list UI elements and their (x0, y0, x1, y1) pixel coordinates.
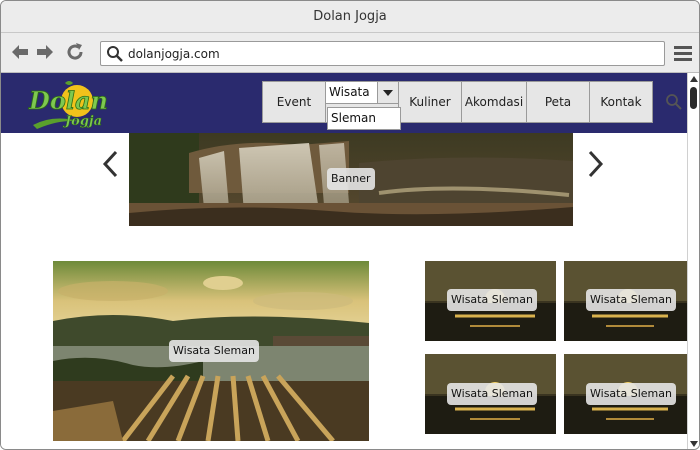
search-icon (106, 45, 124, 63)
featured-caption: Wisata Sleman (169, 340, 259, 362)
grid-caption: Wisata Sleman (586, 289, 676, 311)
back-arrow-icon[interactable] (9, 41, 31, 63)
banner-caption: Banner (327, 168, 375, 190)
vertical-scrollbar[interactable] (687, 73, 699, 449)
svg-text:Dolan: Dolan (28, 86, 108, 115)
hamburger-menu-icon[interactable] (673, 43, 693, 63)
nav-akomodasi[interactable]: Akomdasi (461, 81, 527, 123)
reload-icon[interactable] (64, 41, 86, 63)
grid-caption: Wisata Sleman (447, 289, 537, 311)
page-viewport: Dolan Jogja Event Wisata Kuliner Akomdas… (1, 73, 687, 449)
grid-photo[interactable]: Wisata Sleman (425, 261, 556, 341)
scroll-up-icon[interactable] (690, 76, 698, 82)
featured-photo[interactable]: Wisata Sleman (53, 261, 369, 441)
scroll-down-icon[interactable] (690, 441, 698, 447)
window-title: Dolan Jogja (1, 1, 699, 33)
address-bar[interactable]: dolanjogja.com (100, 41, 665, 66)
wisata-dropdown-option[interactable]: Sleman (327, 107, 401, 130)
browser-window: Dolan Jogja dolanjogja.com Dolan Jogja E… (0, 0, 700, 450)
chevron-left-icon[interactable] (99, 149, 121, 179)
grid-caption: Wisata Sleman (586, 383, 676, 405)
grid-photo[interactable]: Wisata Sleman (425, 354, 556, 434)
address-url: dolanjogja.com (128, 47, 220, 61)
grid-photo[interactable]: Wisata Sleman (564, 354, 687, 434)
nav-peta[interactable]: Peta (526, 81, 590, 123)
forward-arrow-icon[interactable] (34, 41, 56, 63)
banner-image[interactable]: Banner (129, 133, 573, 226)
chevron-down-icon[interactable] (378, 82, 398, 104)
nav-kontak[interactable]: Kontak (589, 81, 653, 123)
grid-caption: Wisata Sleman (447, 383, 537, 405)
grid-photo[interactable]: Wisata Sleman (564, 261, 687, 341)
site-logo[interactable]: Dolan Jogja (25, 77, 117, 131)
main-nav: Event Wisata Kuliner Akomdasi Peta Konta… (262, 81, 653, 123)
search-icon[interactable] (665, 93, 683, 111)
scrollbar-thumb[interactable] (690, 87, 697, 109)
nav-kuliner[interactable]: Kuliner (398, 81, 462, 123)
chevron-right-icon[interactable] (585, 149, 607, 179)
wisata-selected-value[interactable]: Wisata (326, 82, 378, 104)
nav-event[interactable]: Event (262, 81, 326, 123)
svg-text:Jogja: Jogja (62, 114, 102, 129)
browser-toolbar: dolanjogja.com (1, 33, 699, 73)
